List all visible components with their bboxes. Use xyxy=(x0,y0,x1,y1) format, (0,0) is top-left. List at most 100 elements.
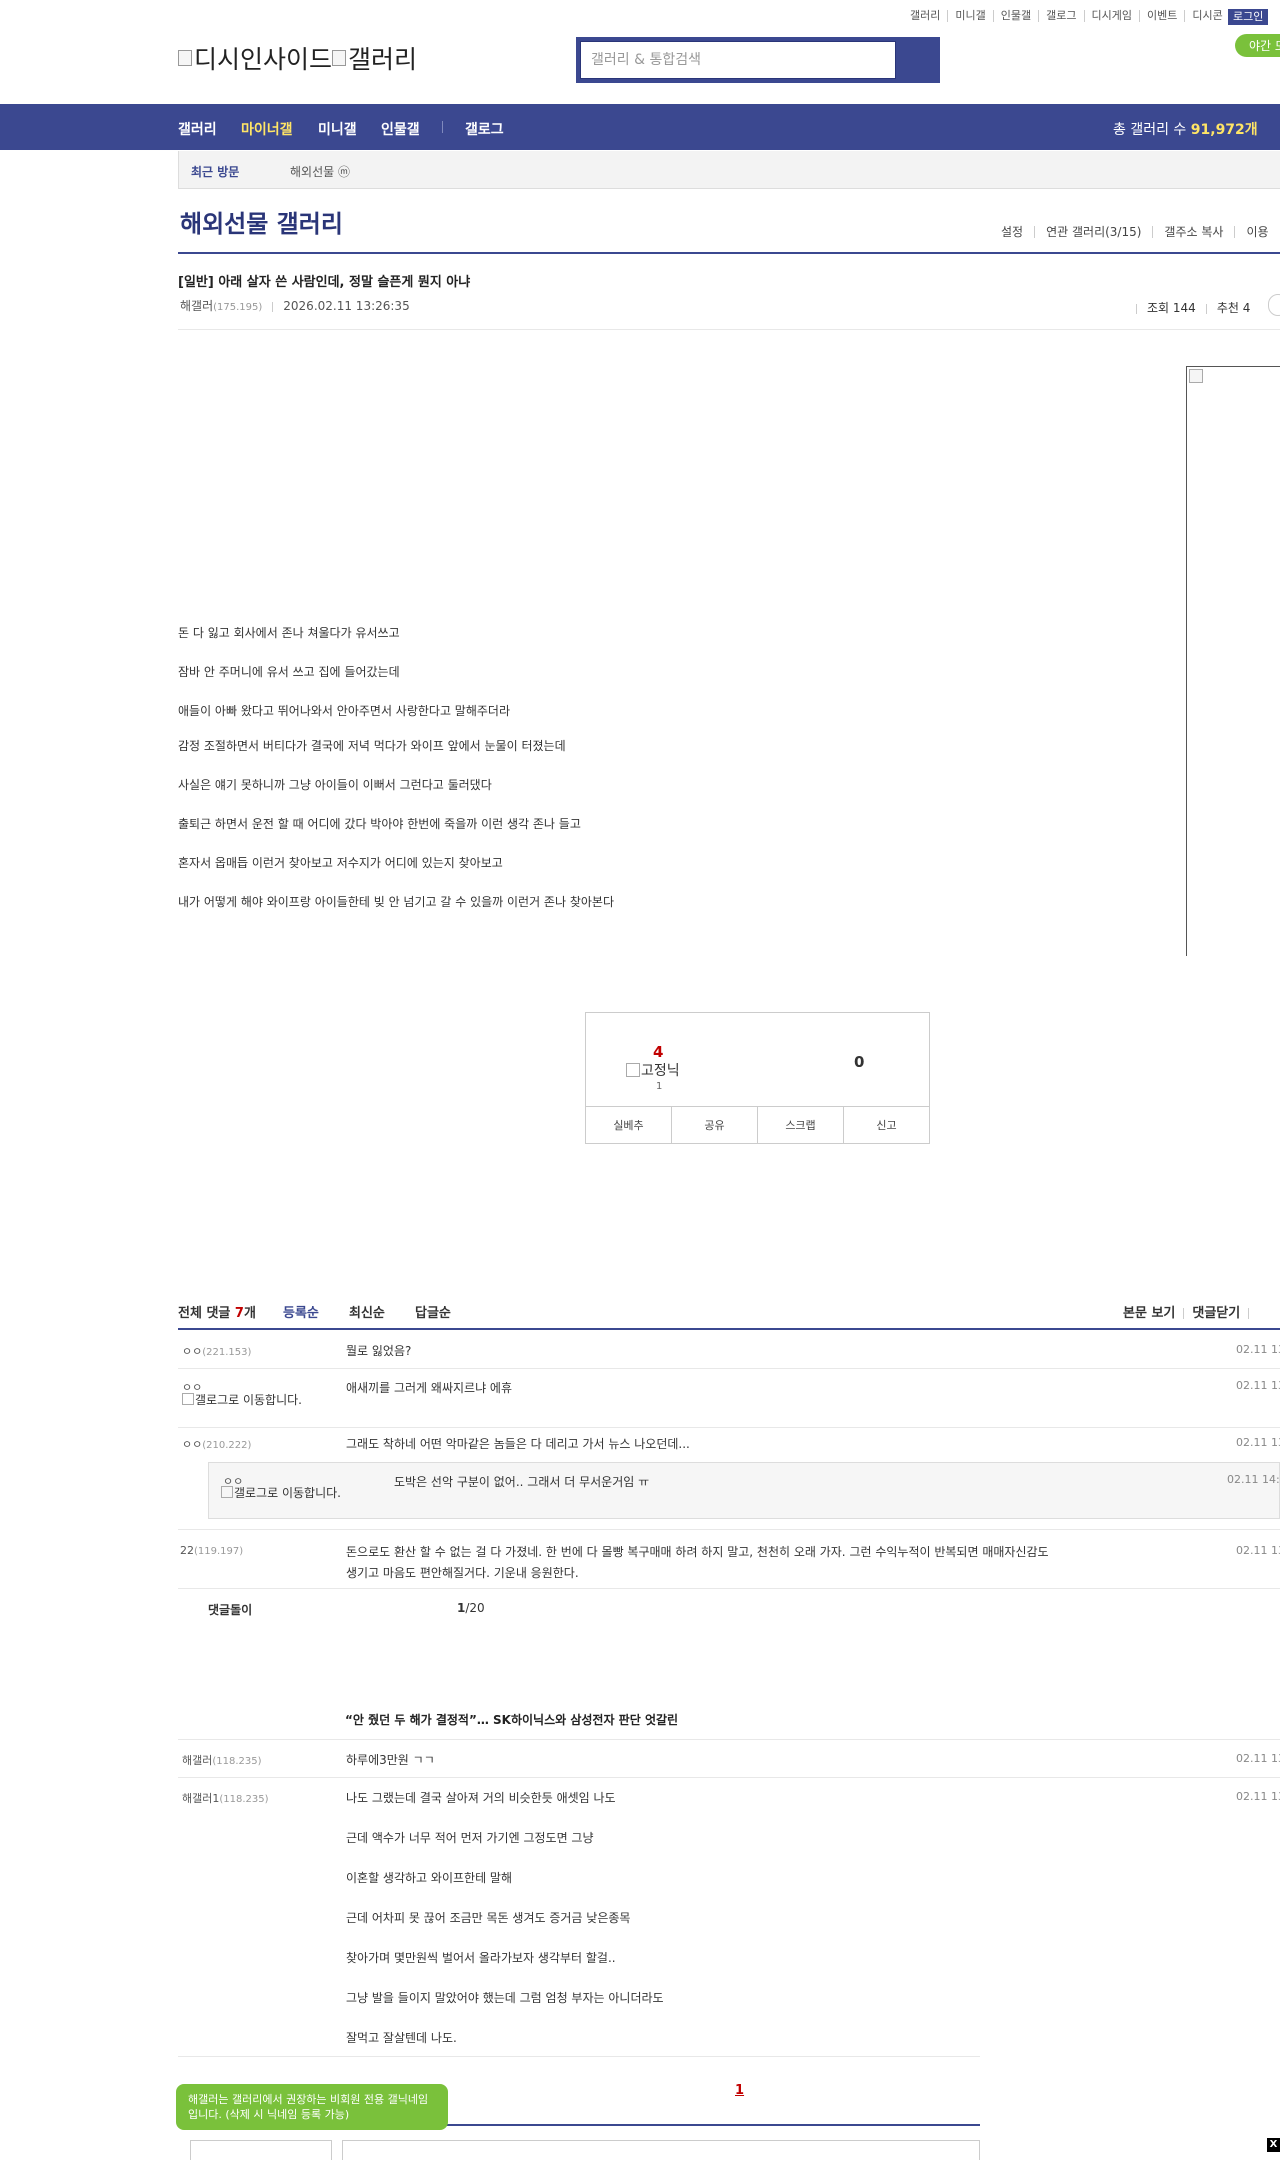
nav-divider xyxy=(442,121,443,133)
comment-item: ㅇㅇ(210.222) 그래도 착하네 어떤 악마같은 놈들은 다 데리고 가서… xyxy=(178,1428,1280,1460)
fixed-nick-recommend[interactable]: 고정닉 xyxy=(626,1060,680,1080)
post-body-line: 혼자서 옵매듭 이런거 찾아보고 저수지가 어디에 있는지 찾아보고 xyxy=(178,856,503,870)
divider xyxy=(178,252,1280,254)
comment-item: 해갤러(118.235) 하루에3만원 ㄱㄱ 02.11 13 xyxy=(178,1740,1280,1777)
post-body-line: 출퇴근 하면서 운전 할 때 어디에 갔다 박아야 한번에 죽을까 이런 생각 … xyxy=(178,817,581,831)
comment-date: 02.11 13 xyxy=(1236,1436,1280,1449)
nickname-input[interactable] xyxy=(190,2140,332,2160)
comment-item: ㅇㅇ 갤로그로 이동합니다. 애새끼를 그러게 왜싸지르냐 에휴 02.11 1… xyxy=(178,1369,1280,1427)
post-body-line: 애들이 아빠 왔다고 뛰어나와서 안아주면서 사랑한다고 말해주더라 xyxy=(178,704,511,718)
comment-reply: ㅇㅇ 갤로그로 이동합니다. 도박은 선악 구분이 없어.. 그래서 더 무서운… xyxy=(208,1462,1280,1519)
side-ad-frame xyxy=(1186,366,1280,956)
broken-image-icon xyxy=(221,1486,233,1498)
top-utility-menu: 갤러리 미니갤 인물갤 갤로그 디시게임 이벤트 디시콘 xyxy=(903,10,1230,22)
comment-nick[interactable]: ㅇㅇ(210.222) xyxy=(182,1436,251,1452)
comment-bot-counter: 1/20 xyxy=(457,1601,485,1615)
view-body-link[interactable]: 본문 보기 xyxy=(1123,1306,1175,1321)
search-button[interactable] xyxy=(896,37,940,83)
top-menu-persongall[interactable]: 인물갤 xyxy=(992,10,1038,22)
close-icon[interactable]: X xyxy=(1267,2138,1280,2152)
nav-minigall[interactable]: 미니갤 xyxy=(318,119,357,139)
gallog-link[interactable]: 갤로그로 이동합니다. xyxy=(221,1486,351,1499)
comment-nick[interactable]: 해갤러(118.235) xyxy=(182,1752,262,1768)
comment-date: 02.11 13 xyxy=(1236,1343,1280,1356)
gallery-usage-link[interactable]: 이용 xyxy=(1234,226,1279,238)
post-author-ip: (175.195) xyxy=(213,302,263,313)
comment-page-current[interactable]: 1 xyxy=(735,2083,744,2098)
comment-nick[interactable]: ㅇㅇ(221.153) xyxy=(182,1343,251,1359)
related-gallery-link[interactable]: 연관 갤러리(3/15) xyxy=(1034,226,1152,238)
comment-text-line: 그냥 발을 들이지 말았어야 했는데 그럼 엄청 부자는 아니더라도 xyxy=(346,1991,664,2005)
scrap-button[interactable]: 스크랩 xyxy=(757,1107,843,1143)
recommend-actions: 실베추 공유 스크랩 신고 xyxy=(586,1106,929,1143)
top-menu-gallog[interactable]: 갤로그 xyxy=(1038,10,1083,22)
nick-tooltip: 해갤러는 갤러리에서 권장하는 비회원 전용 갤닉네임입니다. (삭제 시 닉네… xyxy=(176,2084,448,2130)
nav-persongall[interactable]: 인물갤 xyxy=(381,119,420,139)
top-menu-dcgame[interactable]: 디시게임 xyxy=(1083,10,1139,22)
sort-by-registered[interactable]: 등록순 xyxy=(283,1302,319,1321)
gallery-settings-link[interactable]: 설정 xyxy=(990,226,1034,238)
broken-image-icon xyxy=(178,50,192,66)
comment-nick[interactable]: 22(119.197) xyxy=(180,1544,243,1557)
comment-nick[interactable]: 해갤러1(118.235) xyxy=(182,1790,269,1806)
broken-image-icon xyxy=(626,1063,640,1077)
comment-text-line: 생기고 마음도 편안해질거다. 기운내 응원한다. xyxy=(346,1566,579,1580)
report-button[interactable]: 신고 xyxy=(843,1107,929,1143)
comment-item: 해갤러1(118.235) 나도 그랬는데 결국 살아져 거의 비슷한듯 애셋임… xyxy=(178,1778,1280,2056)
recent-visits-label[interactable]: 최근 방문 xyxy=(191,163,239,180)
copy-gallery-url-link[interactable]: 갤주소 복사 xyxy=(1152,226,1234,238)
post-title: [일반] 아래 살자 쓴 사람인데, 정말 슬픈게 뭔지 아냐 xyxy=(178,275,471,290)
post-author[interactable]: 해갤러 xyxy=(180,299,213,313)
news-link[interactable]: “안 줬던 두 해가 결정적”… SK하이닉스와 삼성전자 판단 엇갈린 xyxy=(345,1711,678,1728)
gallery-title[interactable]: 해외선물 갤러리 xyxy=(180,204,343,239)
post-body-line: 내가 어떻게 해야 와이프랑 아이들한테 빚 안 넘기고 갈 수 있을까 이런거… xyxy=(178,895,614,909)
divider xyxy=(178,2056,980,2057)
night-mode-button[interactable]: 야간 모 xyxy=(1235,34,1280,57)
post-body-line: 사실은 얘기 못하니까 그냥 아이들이 이뻐서 그런다고 둘러댔다 xyxy=(178,778,492,792)
sort-by-replies[interactable]: 답글순 xyxy=(415,1302,451,1321)
close-comments-link[interactable]: 댓글닫기 xyxy=(1192,1306,1240,1321)
gallery-options: 설정 연관 갤러리(3/15) 갤주소 복사 이용 xyxy=(990,226,1280,238)
share-button[interactable]: 공유 xyxy=(671,1107,757,1143)
comment-total: 전체 댓글 7개 xyxy=(178,1306,256,1321)
comment-options: 본문 보기 댓글닫기 xyxy=(1123,1302,1257,1321)
comment-text-line: 근데 어차피 못 끊어 조금만 목돈 생겨도 증거금 낮은종목 xyxy=(346,1911,631,1925)
comment-input[interactable] xyxy=(342,2140,980,2160)
post-stats: 조회 144 추천 4 xyxy=(1126,299,1250,316)
comment-text: 뭘로 잃었음? xyxy=(346,1344,412,1358)
post-views: 조회 144 xyxy=(1147,301,1196,315)
nav-gallery[interactable]: 갤러리 xyxy=(178,119,217,139)
best-recommend-button[interactable]: 실베추 xyxy=(586,1107,671,1143)
divider xyxy=(178,1588,1280,1589)
reply-date: 02.11 14:1 xyxy=(1227,1473,1280,1486)
top-menu-event[interactable]: 이벤트 xyxy=(1138,10,1184,22)
nav-gallog[interactable]: 갤로그 xyxy=(465,119,504,139)
comment-bot-label: 댓글돌이 xyxy=(208,1603,253,1617)
nav-minorgall[interactable]: 마이너갤 xyxy=(241,119,293,139)
top-menu-minigall[interactable]: 미니갤 xyxy=(947,10,992,22)
global-nav: 갤러리 마이너갤 미니갤 인물갤 갤로그 총 갤러리 수 91,972개 xyxy=(0,104,1280,150)
fixed-nick-count: 1 xyxy=(656,1081,663,1092)
comment-date: 02.11 13 xyxy=(1236,1790,1280,1803)
gallog-link[interactable]: 갤로그로 이동합니다. xyxy=(182,1393,312,1406)
broken-image-icon xyxy=(1189,369,1203,383)
login-button[interactable]: 로그인 xyxy=(1228,9,1269,25)
post-body-line: 잠바 안 주머니에 유서 쓰고 집에 들어갔는데 xyxy=(178,665,400,679)
comment-item: ㅇㅇ(221.153) 뭘로 잃었음? 02.11 13 xyxy=(178,1329,1280,1368)
top-menu-dccon[interactable]: 디시콘 xyxy=(1184,10,1229,22)
post-body-line: 감정 조절하면서 버티다가 결국에 저녁 먹다가 와이프 앞에서 눈물이 터졌는… xyxy=(178,739,566,753)
recommend-down-count: 0 xyxy=(854,1053,865,1071)
comment-text-line: 근데 액수가 너무 적어 먼저 가기엔 그정도면 그냥 xyxy=(346,1831,594,1845)
sort-by-latest[interactable]: 최신순 xyxy=(349,1302,385,1321)
post-info: 해갤러(175.195) 2026.02.11 13:26:35 xyxy=(180,297,410,314)
logo-site-text: 디시인사이드 xyxy=(194,45,333,74)
recent-gallery-link[interactable]: 해외선물 ⓜ xyxy=(290,163,350,180)
site-logo[interactable]: 디시인사이드 갤러리 xyxy=(178,40,417,76)
logo-section-text: 갤러리 xyxy=(348,45,418,74)
top-menu-gallery[interactable]: 갤러리 xyxy=(903,10,947,22)
comment-shortcut-button[interactable] xyxy=(1268,294,1280,316)
comment-date: 02.11 13 xyxy=(1236,1544,1280,1557)
search-input[interactable]: 갤러리 & 통합검색 xyxy=(580,41,896,79)
broken-image-icon xyxy=(332,50,347,66)
recommend-up-count: 4 xyxy=(653,1043,664,1061)
